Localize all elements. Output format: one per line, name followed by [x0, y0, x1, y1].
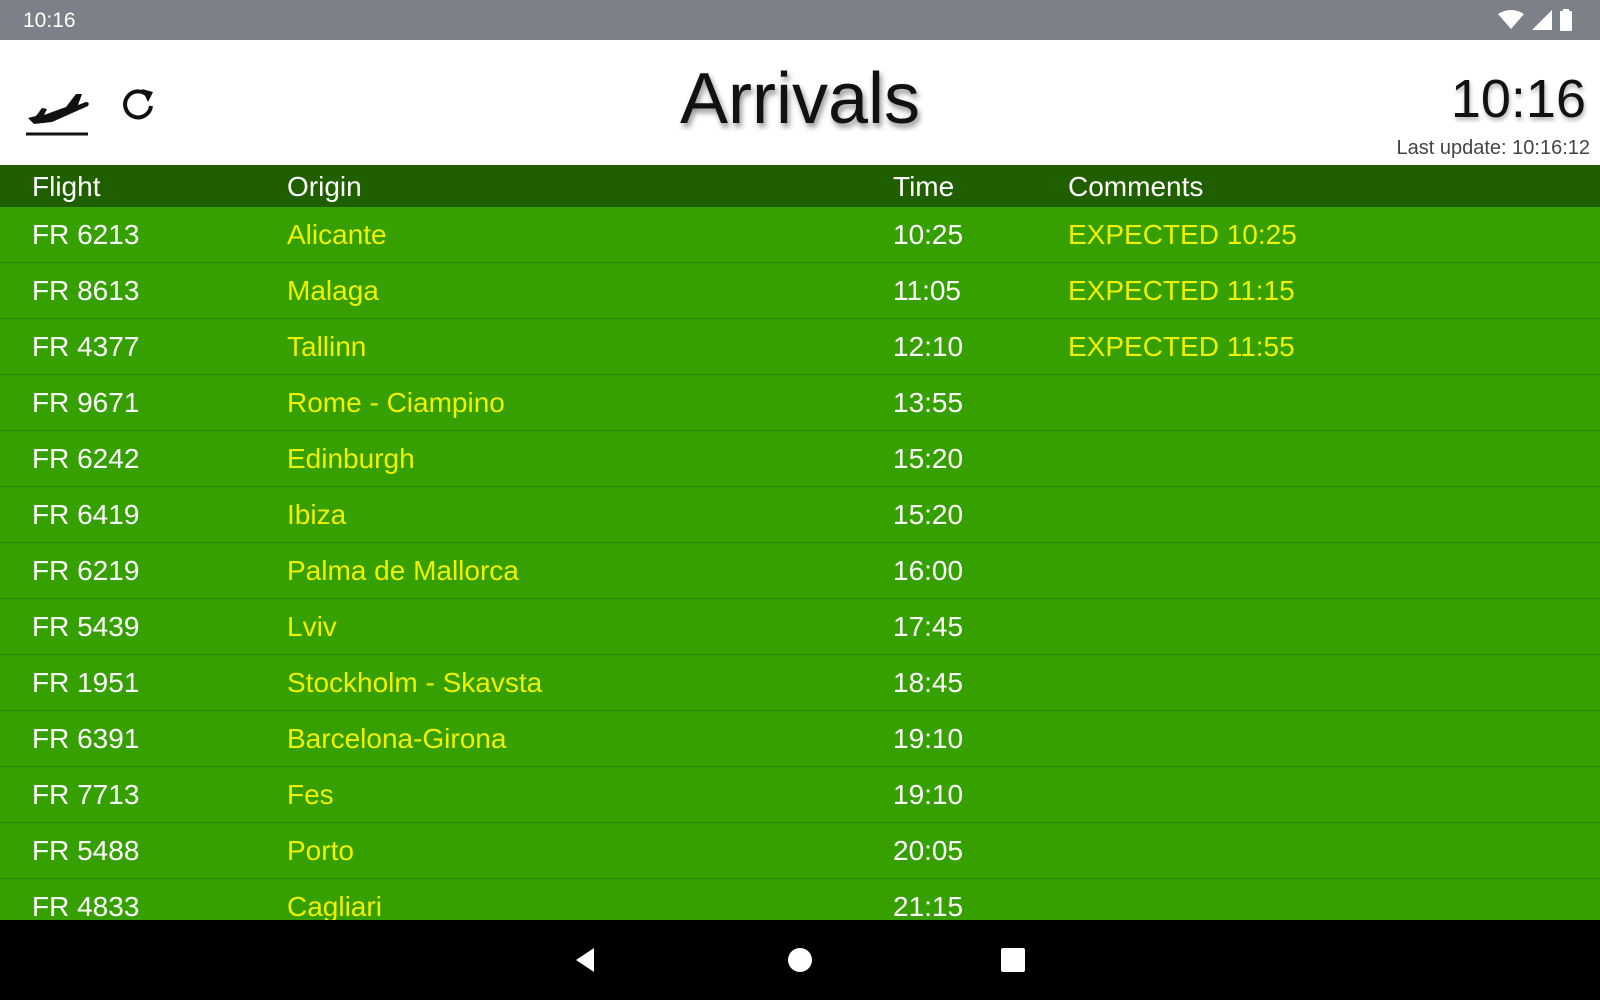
home-icon[interactable]: [782, 942, 818, 978]
flight-comment: EXPECTED 11:15: [1068, 275, 1295, 306]
origin-city: Rome - Ciampino: [287, 387, 505, 418]
origin-city: Barcelona-Girona: [287, 723, 507, 754]
flight-number: FR 1951: [32, 667, 140, 698]
back-icon[interactable]: [570, 942, 606, 978]
flight-number: FR 6242: [32, 443, 140, 474]
scheduled-time: 16:00: [893, 555, 964, 586]
flight-number: FR 6391: [32, 723, 140, 754]
origin-city: Porto: [287, 835, 354, 866]
scheduled-time: 13:55: [893, 387, 964, 418]
column-header-comments: Comments: [1068, 171, 1204, 202]
table-row[interactable]: FR 4377 Tallinn 12:10 EXPECTED 11:55: [0, 319, 1600, 375]
column-header-time: Time: [893, 171, 955, 202]
table-row[interactable]: FR 6213 Alicante 10:25 EXPECTED 10:25: [0, 207, 1600, 263]
recents-icon[interactable]: [995, 942, 1031, 978]
flight-number: FR 7713: [32, 779, 140, 810]
flight-comment: EXPECTED 10:25: [1068, 219, 1297, 250]
origin-city: Tallinn: [287, 331, 367, 362]
table-row[interactable]: FR 1951 Stockholm - Skavsta 18:45: [0, 655, 1600, 711]
flight-number: FR 5488: [32, 835, 140, 866]
app-header: Arrivals 10:16 Last update: 10:16:12: [0, 40, 1600, 165]
scheduled-time: 20:05: [893, 835, 964, 866]
origin-city: Ibiza: [287, 499, 347, 530]
status-bar: 10:16: [0, 0, 1600, 40]
flight-number: FR 4377: [32, 331, 140, 362]
flight-number: FR 6219: [32, 555, 140, 586]
table-row[interactable]: FR 5439 Lviv 17:45: [0, 599, 1600, 655]
table-row[interactable]: FR 8613 Malaga 11:05 EXPECTED 11:15: [0, 263, 1600, 319]
table-row[interactable]: FR 5488 Porto 20:05: [0, 823, 1600, 879]
origin-city: Malaga: [287, 275, 379, 306]
table-header: Flight Origin Time Comments: [0, 165, 1600, 207]
flight-number: FR 6419: [32, 499, 140, 530]
last-update-text: Last update: 10:16:12: [1396, 137, 1591, 159]
status-icons: [1498, 9, 1572, 31]
scheduled-time: 15:20: [893, 443, 964, 474]
scheduled-time: 12:10: [893, 331, 964, 362]
flight-number: FR 9671: [32, 387, 140, 418]
origin-city: Cagliari: [287, 891, 382, 920]
flight-comment: EXPECTED 11:55: [1068, 331, 1295, 362]
flight-rows: FR 6213 Alicante 10:25 EXPECTED 10:25 FR 861…: [0, 207, 1600, 920]
flight-number: FR 4833: [32, 891, 140, 920]
flight-number: FR 6213: [32, 219, 140, 250]
origin-city: Lviv: [287, 611, 337, 642]
arrivals-board[interactable]: Flight Origin Time Comments FR 6213 Alica…: [0, 165, 1600, 920]
scheduled-time: 15:20: [893, 499, 964, 530]
battery-icon: [1560, 9, 1572, 31]
scheduled-time: 21:15: [893, 891, 964, 920]
table-row[interactable]: FR 6219 Palma de Mallorca 16:00: [0, 543, 1600, 599]
cell-signal-icon: [1532, 10, 1552, 30]
table-row[interactable]: FR 4833 Cagliari 21:15: [0, 879, 1600, 920]
table-row[interactable]: FR 9671 Rome - Ciampino 13:55: [0, 375, 1600, 431]
scheduled-time: 11:05: [893, 275, 961, 306]
table-row[interactable]: FR 7713 Fes 19:10: [0, 767, 1600, 823]
flight-number: FR 8613: [32, 275, 140, 306]
navigation-bar: [0, 920, 1600, 1000]
current-clock: 10:16: [1450, 69, 1586, 129]
column-header-flight: Flight: [32, 171, 101, 202]
column-header-origin: Origin: [287, 171, 362, 202]
origin-city: Stockholm - Skavsta: [287, 667, 543, 698]
scheduled-time: 10:25: [893, 219, 964, 250]
status-time: 10:16: [23, 9, 76, 32]
origin-city: Edinburgh: [287, 443, 415, 474]
scheduled-time: 18:45: [893, 667, 964, 698]
origin-city: Palma de Mallorca: [287, 555, 519, 586]
table-row[interactable]: FR 6391 Barcelona-Girona 19:10: [0, 711, 1600, 767]
origin-city: Alicante: [287, 219, 387, 250]
page-title: Arrivals: [679, 59, 920, 139]
scheduled-time: 17:45: [893, 611, 964, 642]
scheduled-time: 19:10: [893, 723, 964, 754]
table-row[interactable]: FR 6419 Ibiza 15:20: [0, 487, 1600, 543]
scheduled-time: 19:10: [893, 779, 964, 810]
flight-number: FR 5439: [32, 611, 140, 642]
wifi-icon: [1498, 10, 1524, 29]
table-row[interactable]: FR 6242 Edinburgh 15:20: [0, 431, 1600, 487]
origin-city: Fes: [287, 779, 334, 810]
